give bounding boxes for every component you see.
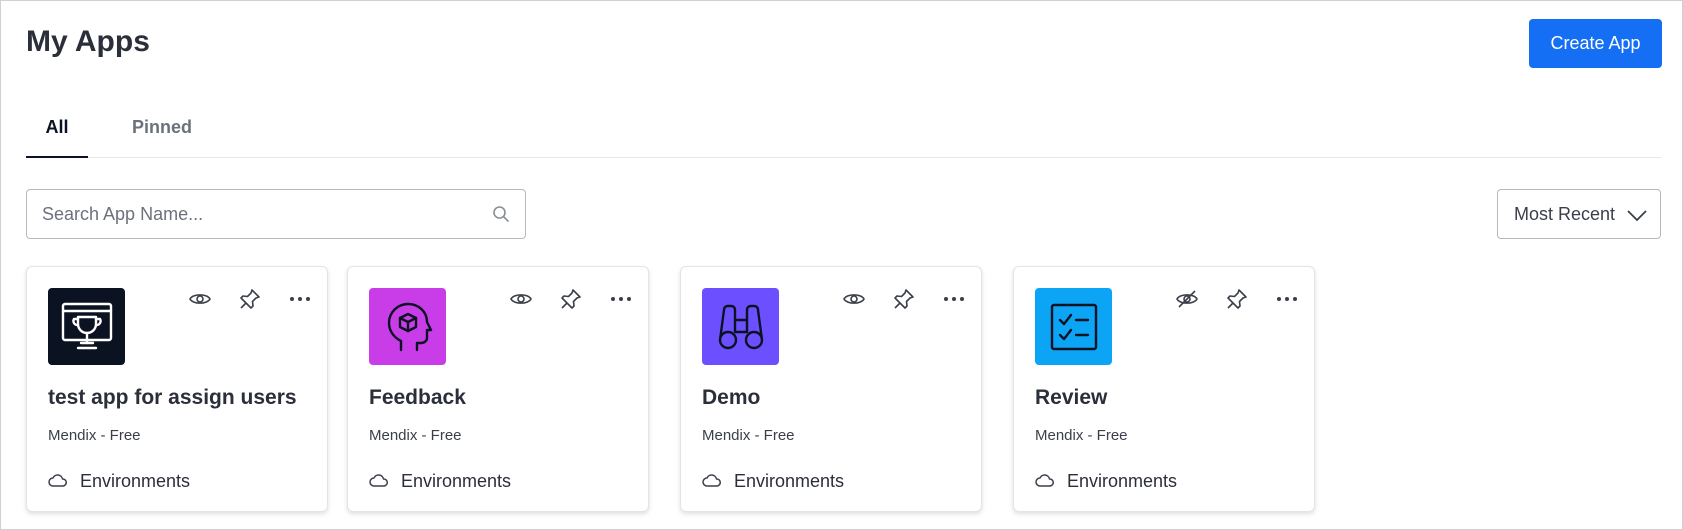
app-card[interactable]: Review Mendix - Free Environments (1013, 266, 1315, 512)
app-icon-tile (702, 288, 779, 365)
app-plan: Mendix - Free (702, 427, 795, 444)
pin-button[interactable] (889, 284, 919, 314)
more-horizontal-icon (1277, 297, 1297, 301)
eye-off-icon (1176, 290, 1198, 308)
more-options-button[interactable] (285, 284, 315, 314)
checklist-icon (1050, 303, 1097, 350)
app-icon-tile (48, 288, 125, 365)
trophy-screen-icon (61, 302, 112, 349)
cloud-icon (48, 474, 67, 487)
environments-link[interactable]: Environments (1035, 469, 1177, 493)
cloud-icon (1035, 474, 1054, 487)
sort-dropdown[interactable]: Most Recent (1497, 189, 1661, 239)
search-box (26, 189, 526, 239)
eye-icon (843, 294, 865, 304)
pin-button[interactable] (1222, 284, 1252, 314)
app-plan: Mendix - Free (1035, 427, 1128, 444)
pin-icon (561, 289, 581, 309)
view-toggle[interactable] (839, 284, 869, 314)
environments-label: Environments (1067, 470, 1178, 491)
app-name[interactable]: test app for assign users (48, 386, 297, 410)
page-title: My Apps (26, 25, 150, 58)
pin-button[interactable] (235, 284, 265, 314)
more-horizontal-icon (290, 297, 310, 301)
tab-pinned[interactable]: Pinned (108, 106, 216, 158)
search-icon[interactable] (492, 205, 510, 223)
app-name[interactable]: Demo (702, 386, 760, 410)
environments-link[interactable]: Environments (48, 469, 190, 493)
head-cube-icon (387, 302, 432, 351)
app-icon-tile (369, 288, 446, 365)
pin-button[interactable] (556, 284, 586, 314)
app-icon-tile (1035, 288, 1112, 365)
eye-icon (189, 294, 211, 304)
view-toggle[interactable] (506, 284, 536, 314)
more-horizontal-icon (611, 297, 631, 301)
app-window: My Apps Create App All Pinned Most Recen… (0, 0, 1683, 530)
create-app-button[interactable]: Create App (1529, 19, 1662, 68)
environments-link[interactable]: Environments (369, 469, 511, 493)
pin-icon (894, 289, 914, 309)
environments-label: Environments (734, 470, 845, 491)
app-card[interactable]: Demo Mendix - Free Environments (680, 266, 982, 512)
cloud-icon (369, 474, 388, 487)
pin-icon (240, 289, 260, 309)
eye-icon (510, 294, 532, 304)
view-toggle[interactable] (185, 284, 215, 314)
environments-label: Environments (401, 470, 512, 491)
more-horizontal-icon (944, 297, 964, 301)
more-options-button[interactable] (939, 284, 969, 314)
app-plan: Mendix - Free (369, 427, 462, 444)
sort-selected-label: Most Recent (1514, 204, 1616, 224)
more-options-button[interactable] (606, 284, 636, 314)
chevron-down-icon (1627, 210, 1647, 222)
app-card[interactable]: test app for assign users Mendix - Free … (26, 266, 328, 512)
more-options-button[interactable] (1272, 284, 1302, 314)
app-name[interactable]: Review (1035, 386, 1107, 410)
environments-label: Environments (80, 470, 191, 491)
cloud-icon (702, 474, 721, 487)
app-name[interactable]: Feedback (369, 386, 466, 410)
view-toggle[interactable] (1172, 284, 1202, 314)
pin-icon (1227, 289, 1247, 309)
search-input[interactable] (27, 190, 477, 238)
tab-all[interactable]: All (26, 106, 88, 158)
tab-bar: All Pinned (26, 106, 1661, 158)
app-plan: Mendix - Free (48, 427, 141, 444)
app-card[interactable]: Feedback Mendix - Free Environments (347, 266, 649, 512)
binoculars-icon (718, 304, 763, 349)
environments-link[interactable]: Environments (702, 469, 844, 493)
